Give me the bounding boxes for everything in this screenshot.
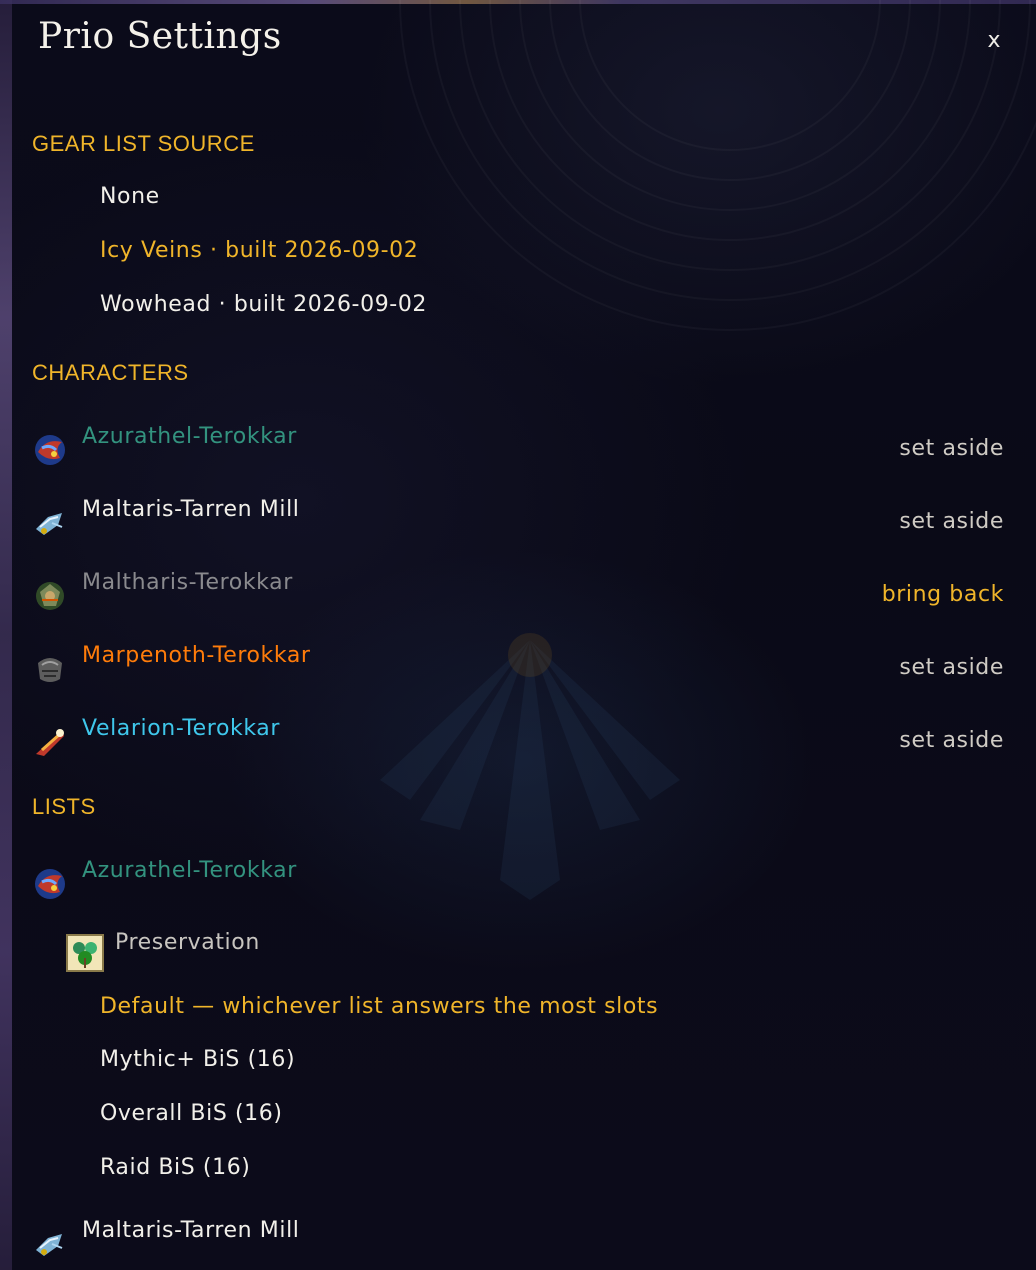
lists-character-name: Azurathel-Terokkar [82,858,297,883]
window-title: Prio Settings [38,16,282,57]
list-option-default[interactable]: Default — whichever list answers the mos… [100,994,658,1019]
set-aside-button[interactable]: set aside [899,728,1004,753]
evoker-class-icon [35,435,65,465]
gear-list-source-heading: GEAR LIST SOURCE [32,131,255,156]
background-arcs-decoration [380,0,1036,360]
preservation-spec-icon [66,934,104,972]
character-row: Azurathel-Terokkar set aside [32,424,1008,470]
characters-heading: CHARACTERS [32,360,189,385]
lists-character-row: Maltaris-Tarren Mill [32,1218,1008,1264]
lists-heading: LISTS [32,794,96,819]
lists-character-row: Azurathel-Terokkar [32,858,1008,904]
mage-class-icon [36,729,64,756]
list-option-overall-bis[interactable]: Overall BiS (16) [100,1101,283,1126]
evoker-class-icon [35,869,65,899]
character-row: Maltharis-Terokkar bring back [32,570,1008,616]
set-aside-button[interactable]: set aside [899,509,1004,534]
character-name: Azurathel-Terokkar [82,424,297,449]
set-aside-button[interactable]: set aside [899,655,1004,680]
shaman-class-icon [36,1234,63,1256]
bring-back-button[interactable]: bring back [882,582,1004,607]
window-left-edge [0,0,12,1270]
set-aside-button[interactable]: set aside [899,436,1004,461]
gear-source-option-icy-veins[interactable]: Icy Veins · built 2026-09-02 [100,238,418,263]
spec-name: Preservation [115,930,260,955]
character-row: Velarion-Terokkar set aside [32,716,1008,762]
list-option-mythic-plus-bis[interactable]: Mythic+ BiS (16) [100,1047,295,1072]
character-name: Maltharis-Terokkar [82,570,293,595]
window-top-edge [0,0,1036,4]
prio-settings-window: Prio Settings x GEAR LIST SOURCE None Ic… [0,0,1036,1270]
list-option-raid-bis[interactable]: Raid BiS (16) [100,1155,250,1180]
character-name: Marpenoth-Terokkar [82,643,311,668]
close-button[interactable]: x [980,26,1008,56]
character-row: Marpenoth-Terokkar set aside [32,643,1008,689]
character-name: Maltaris-Tarren Mill [82,497,300,522]
lists-character-name: Maltaris-Tarren Mill [82,1218,300,1243]
character-row: Maltaris-Tarren Mill set aside [32,497,1008,543]
hunter-class-icon [36,582,64,610]
gear-source-option-wowhead[interactable]: Wowhead · built 2026-09-02 [100,292,427,317]
shaman-class-icon [36,513,63,535]
gear-source-option-none[interactable]: None [100,184,160,209]
druid-class-icon [38,658,62,682]
character-name: Velarion-Terokkar [82,716,281,741]
